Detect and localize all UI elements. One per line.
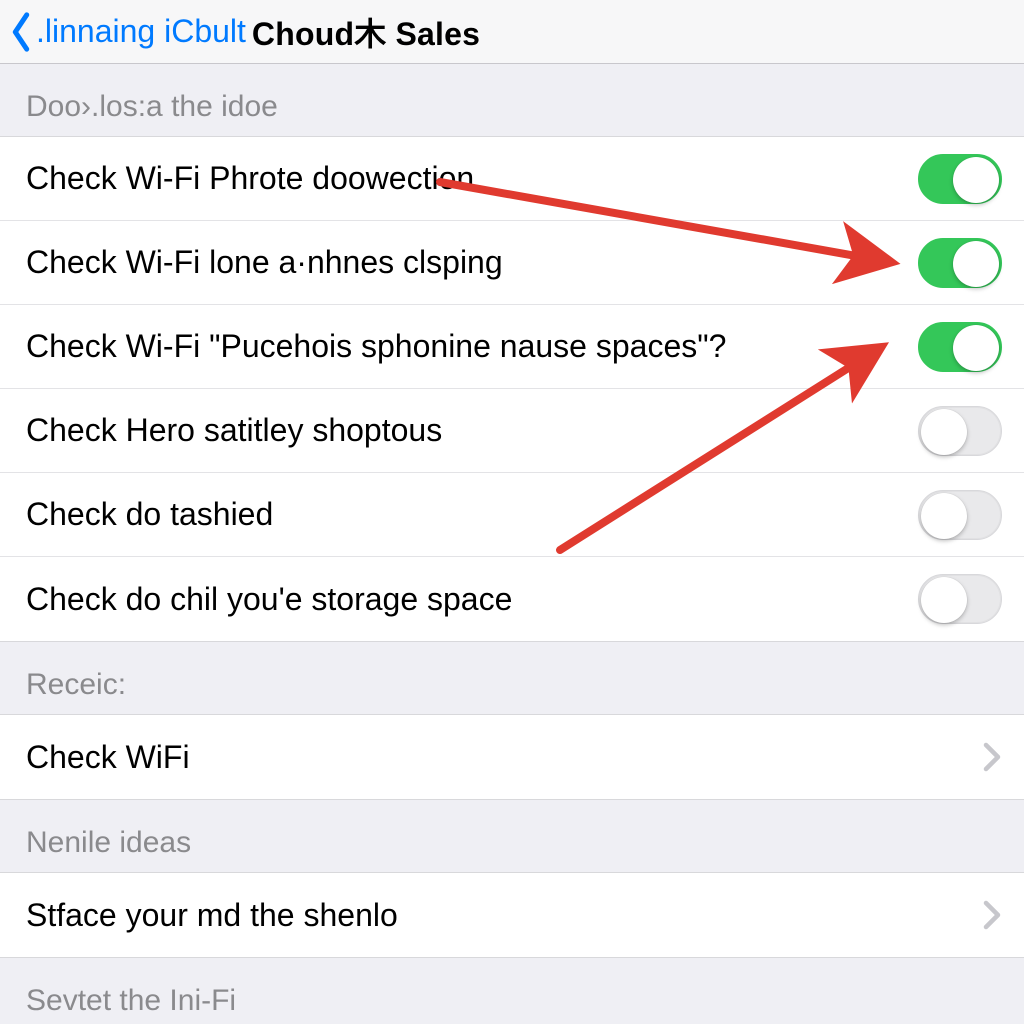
nav-list-1: Check WiFi	[0, 714, 1024, 800]
page-title: Choud⽊ Sales	[252, 9, 480, 55]
toggle-label: Check do tashied	[26, 496, 918, 533]
section-header-1: Doo›.los:a the idoe	[0, 64, 1024, 136]
chevron-left-icon	[8, 12, 34, 52]
section-header-3: Nenile ideas	[0, 800, 1024, 872]
toggle-label: Check Hero satitley shoptous	[26, 412, 918, 449]
toggle-row: Check Wi-Fi Phrote doowection	[0, 137, 1024, 221]
toggle-row: Check do tashied	[0, 473, 1024, 557]
toggle-switch[interactable]	[918, 154, 1002, 204]
nav-row-label: Stface your md the shenlo	[26, 897, 982, 934]
toggle-row: Check Hero satitley shoptous	[0, 389, 1024, 473]
section-header-2: Receic:	[0, 642, 1024, 714]
toggle-row: Check do chil you'e storage space	[0, 557, 1024, 641]
nav-row-stface[interactable]: Stface your md the shenlo	[0, 873, 1024, 957]
navbar: .linnaing iCbult Choud⽊ Sales	[0, 0, 1024, 64]
toggle-label: Check Wi-Fi lone a·nhnes clsping	[26, 244, 918, 281]
back-label: .linnaing iCbult	[36, 13, 246, 50]
toggle-switch[interactable]	[918, 490, 1002, 540]
toggle-label: Check Wi-Fi Phrote doowection	[26, 160, 918, 197]
chevron-right-icon	[982, 742, 1002, 772]
section-header-4: Sevtet the Ini-Fi	[0, 958, 1024, 1024]
toggle-switch[interactable]	[918, 574, 1002, 624]
back-button[interactable]: .linnaing iCbult	[8, 12, 246, 52]
nav-row-check-wifi[interactable]: Check WiFi	[0, 715, 1024, 799]
toggle-switch[interactable]	[918, 322, 1002, 372]
nav-list-2: Stface your md the shenlo	[0, 872, 1024, 958]
nav-row-label: Check WiFi	[26, 739, 982, 776]
toggle-row: Check Wi-Fi lone a·nhnes clsping	[0, 221, 1024, 305]
toggle-list: Check Wi-Fi Phrote doowection Check Wi-F…	[0, 136, 1024, 642]
toggle-row: Check Wi-Fi "Pucehois sphonine nause spa…	[0, 305, 1024, 389]
toggle-switch[interactable]	[918, 238, 1002, 288]
chevron-right-icon	[982, 900, 1002, 930]
toggle-switch[interactable]	[918, 406, 1002, 456]
toggle-label: Check do chil you'e storage space	[26, 581, 918, 618]
toggle-label: Check Wi-Fi "Pucehois sphonine nause spa…	[26, 328, 918, 365]
